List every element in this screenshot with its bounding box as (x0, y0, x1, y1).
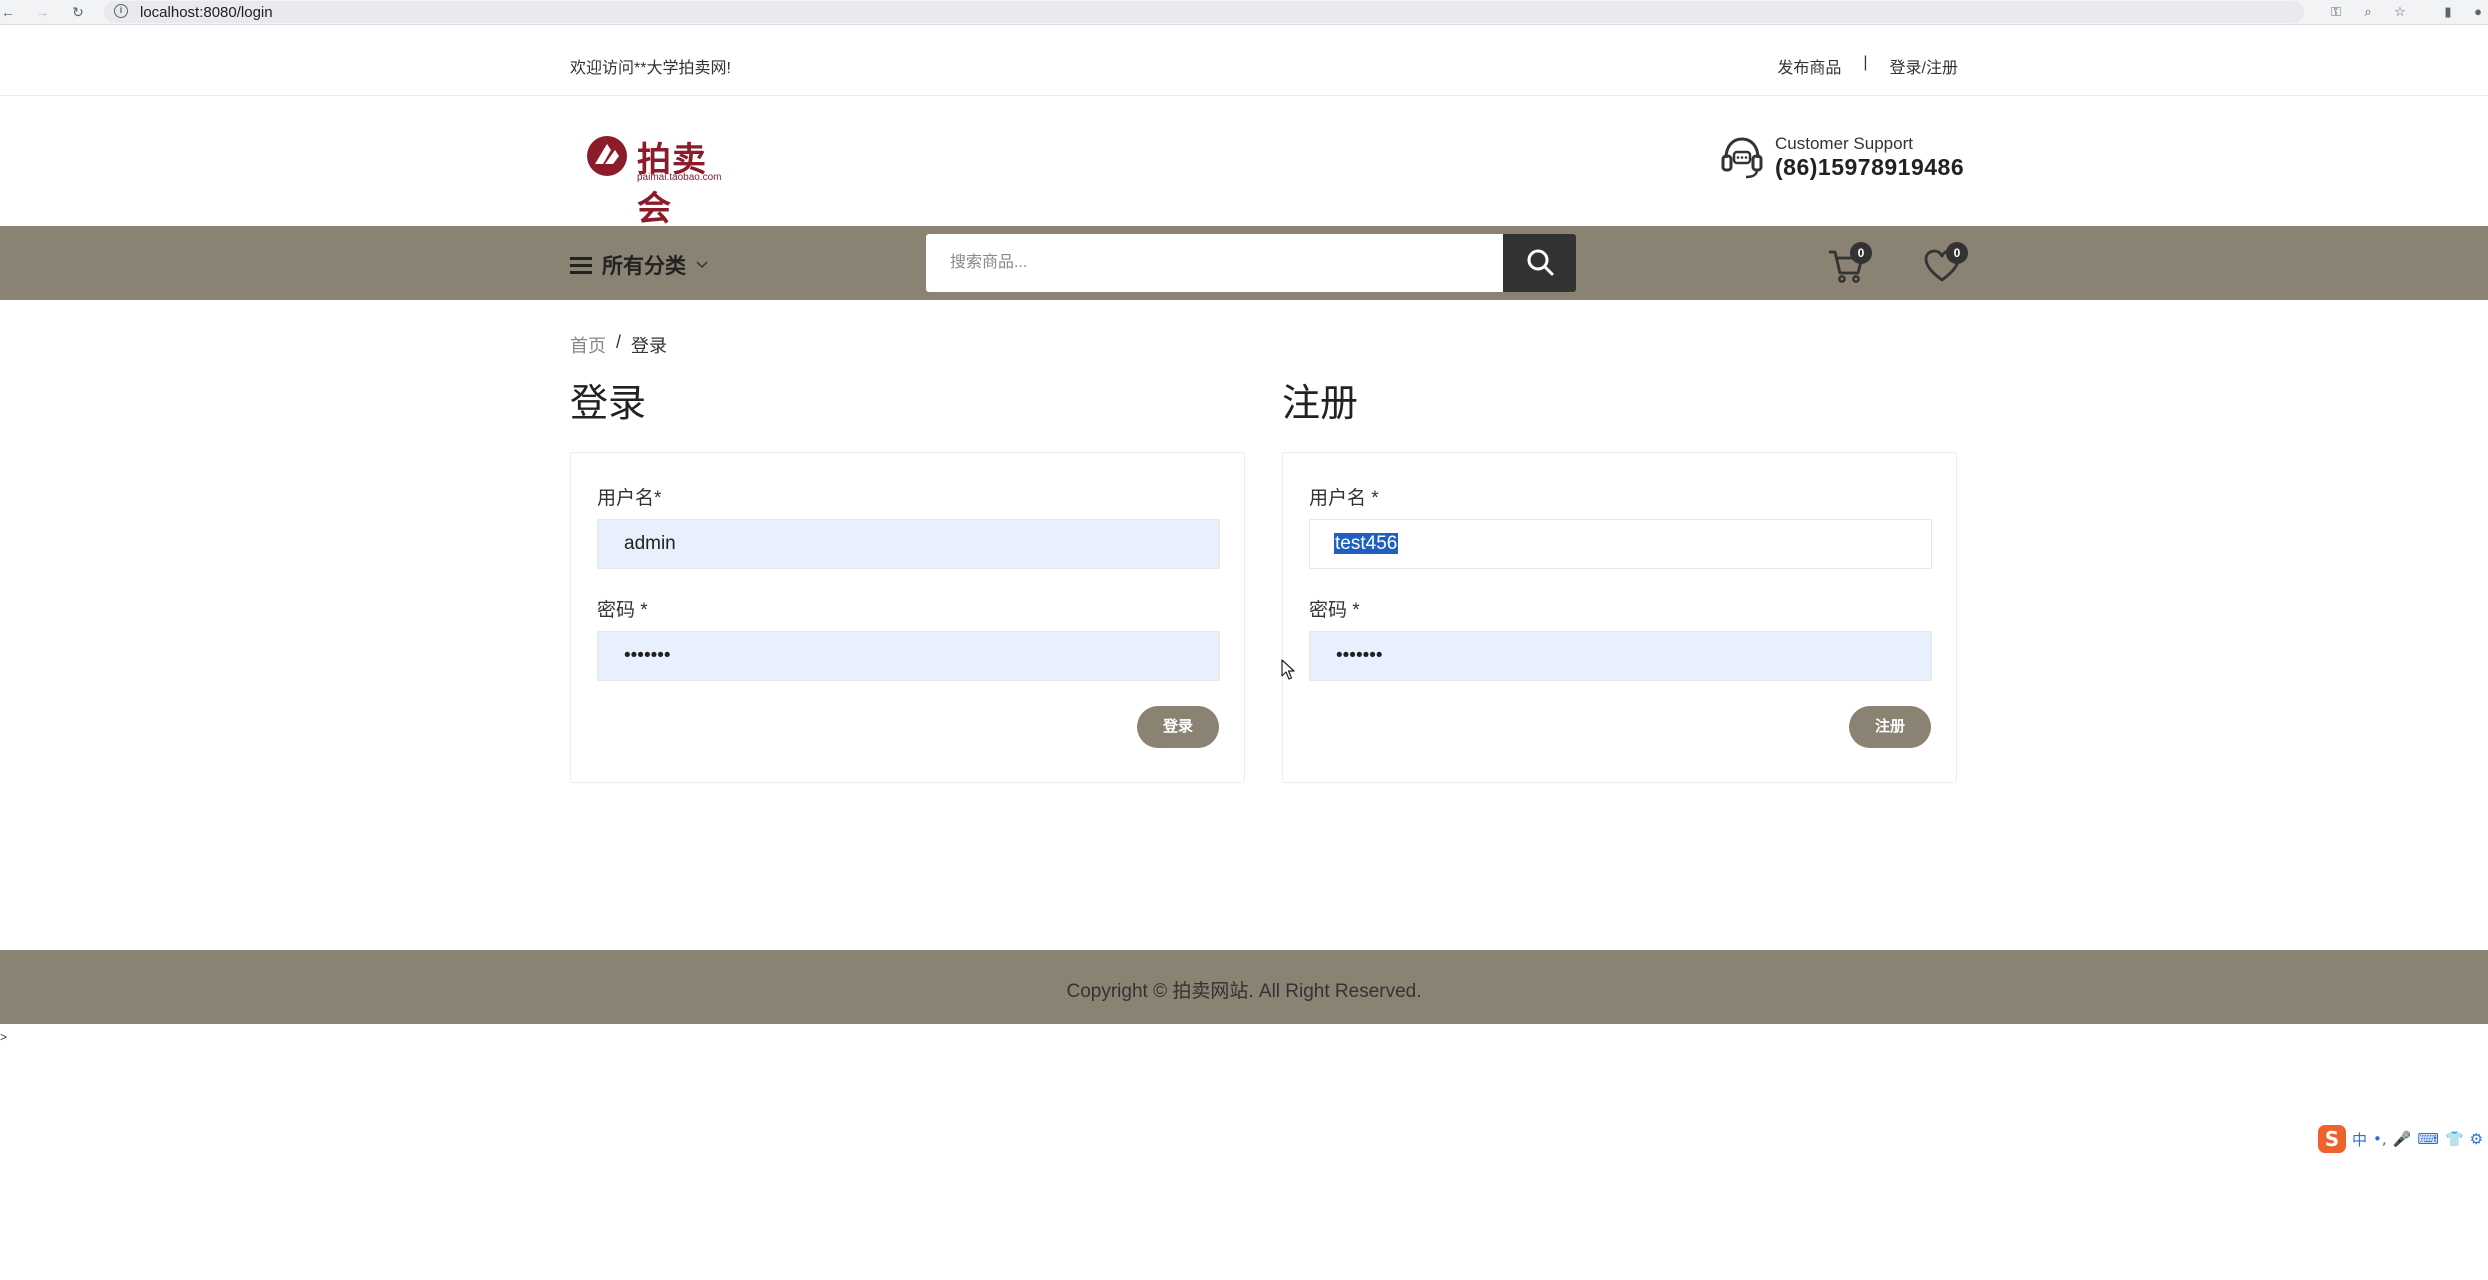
copyright-text: Copyright © 拍卖网站. All Right Reserved. (1066, 981, 1422, 1002)
star-icon[interactable]: ☆ (2392, 4, 2408, 20)
wishlist-button[interactable]: 0 (1922, 242, 1968, 286)
site-logo[interactable]: 拍卖会 paimai.taobao.com (585, 132, 735, 228)
headset-icon (1721, 137, 1763, 179)
support-label: Customer Support (1775, 134, 1913, 153)
ime-toolbar: S 中 •, 🎤 ⌨ 👕 ⚙ (2318, 1124, 2488, 1154)
login-username-label: 用户名* (597, 488, 662, 509)
mouse-cursor-icon (1281, 659, 1295, 680)
welcome-text: 欢迎访问**大学拍卖网! (570, 60, 731, 77)
breadcrumb-separator: / (616, 332, 622, 352)
site-footer: Copyright © 拍卖网站. All Right Reserved. (0, 950, 2488, 1024)
search-input[interactable] (926, 234, 1504, 292)
publish-item-link[interactable]: 发布商品 (1777, 54, 1841, 78)
search-icon (1527, 249, 1553, 275)
stray-text: > (0, 1030, 8, 1044)
main-nav-bar: 所有分类 0 0 (0, 226, 2488, 300)
top-info-bar: 欢迎访问**大学拍卖网! 发布商品 | 登录/注册 (0, 26, 2488, 96)
login-button[interactable]: 登录 (1137, 706, 1219, 748)
all-categories-menu[interactable]: 所有分类 (570, 250, 708, 280)
zoom-icon[interactable]: ⌕ (2360, 4, 2376, 20)
key-icon[interactable]: ⚿ (2328, 4, 2344, 20)
login-register-link[interactable]: 登录/注册 (1890, 54, 1958, 78)
all-categories-label: 所有分类 (602, 255, 686, 278)
breadcrumb-home[interactable]: 首页 (570, 332, 606, 358)
address-bar[interactable]: i localhost:8080/login (104, 1, 2304, 23)
browser-toolbar: ← → ↻ i localhost:8080/login ⚿ ⌕ ☆ ▮ ● (0, 0, 2488, 25)
login-username-input[interactable]: admin (597, 519, 1220, 569)
login-password-label: 密码 * (597, 600, 648, 621)
support-phone: (86)15978919486 (1775, 154, 1965, 180)
site-header: 拍卖会 paimai.taobao.com Customer Support (… (0, 96, 2488, 228)
breadcrumb-current: 登录 (631, 336, 668, 356)
logo-mark-icon (587, 136, 627, 176)
forward-icon[interactable]: → (34, 4, 50, 20)
register-password-label: 密码 * (1309, 600, 1360, 621)
sogou-ime-logo[interactable]: S (2318, 1125, 2346, 1153)
hamburger-icon (570, 257, 592, 274)
search-button[interactable] (1503, 234, 1576, 292)
login-title: 登录 (570, 383, 647, 425)
chevron-down-icon (696, 261, 708, 269)
breadcrumb: 首页 / 登录 (570, 332, 667, 358)
ime-chinese-mode[interactable]: 中 (2352, 1129, 2367, 1150)
reload-icon[interactable]: ↻ (70, 4, 86, 20)
cart-count-badge: 0 (1850, 242, 1872, 264)
side-panel-icon[interactable]: ▮ (2440, 4, 2456, 20)
top-links-separator: | (1863, 54, 1868, 71)
ime-punctuation[interactable]: •, (2373, 1130, 2387, 1148)
logo-subtext: paimai.taobao.com (637, 172, 722, 183)
settings-icon[interactable]: ⚙ (2470, 1130, 2483, 1148)
url-text[interactable]: localhost:8080/login (140, 4, 273, 21)
profile-icon[interactable]: ● (2470, 4, 2486, 20)
register-button[interactable]: 注册 (1849, 706, 1931, 748)
register-password-input[interactable]: ••••••• (1309, 631, 1932, 681)
microphone-icon[interactable]: 🎤 (2393, 1130, 2412, 1148)
register-username-label: 用户名 * (1309, 488, 1379, 509)
login-form: 用户名* admin 密码 * ••••••• 登录 (570, 452, 1245, 783)
search-bar (926, 234, 1576, 292)
register-username-input[interactable]: test456 (1309, 519, 1932, 569)
wishlist-count-badge: 0 (1946, 242, 1968, 264)
top-links: 发布商品 | 登录/注册 (1777, 54, 1958, 78)
skin-icon[interactable]: 👕 (2445, 1130, 2464, 1148)
login-password-input[interactable]: ••••••• (597, 631, 1220, 681)
register-username-value: test456 (1334, 533, 1399, 554)
register-title: 注册 (1282, 383, 1359, 425)
site-info-icon[interactable]: i (114, 4, 128, 18)
register-form: 用户名 * test456 密码 * ••••••• 注册 (1282, 452, 1957, 783)
cart-button[interactable]: 0 (1826, 242, 1872, 286)
keyboard-icon[interactable]: ⌨ (2417, 1130, 2439, 1148)
back-icon[interactable]: ← (0, 4, 16, 20)
